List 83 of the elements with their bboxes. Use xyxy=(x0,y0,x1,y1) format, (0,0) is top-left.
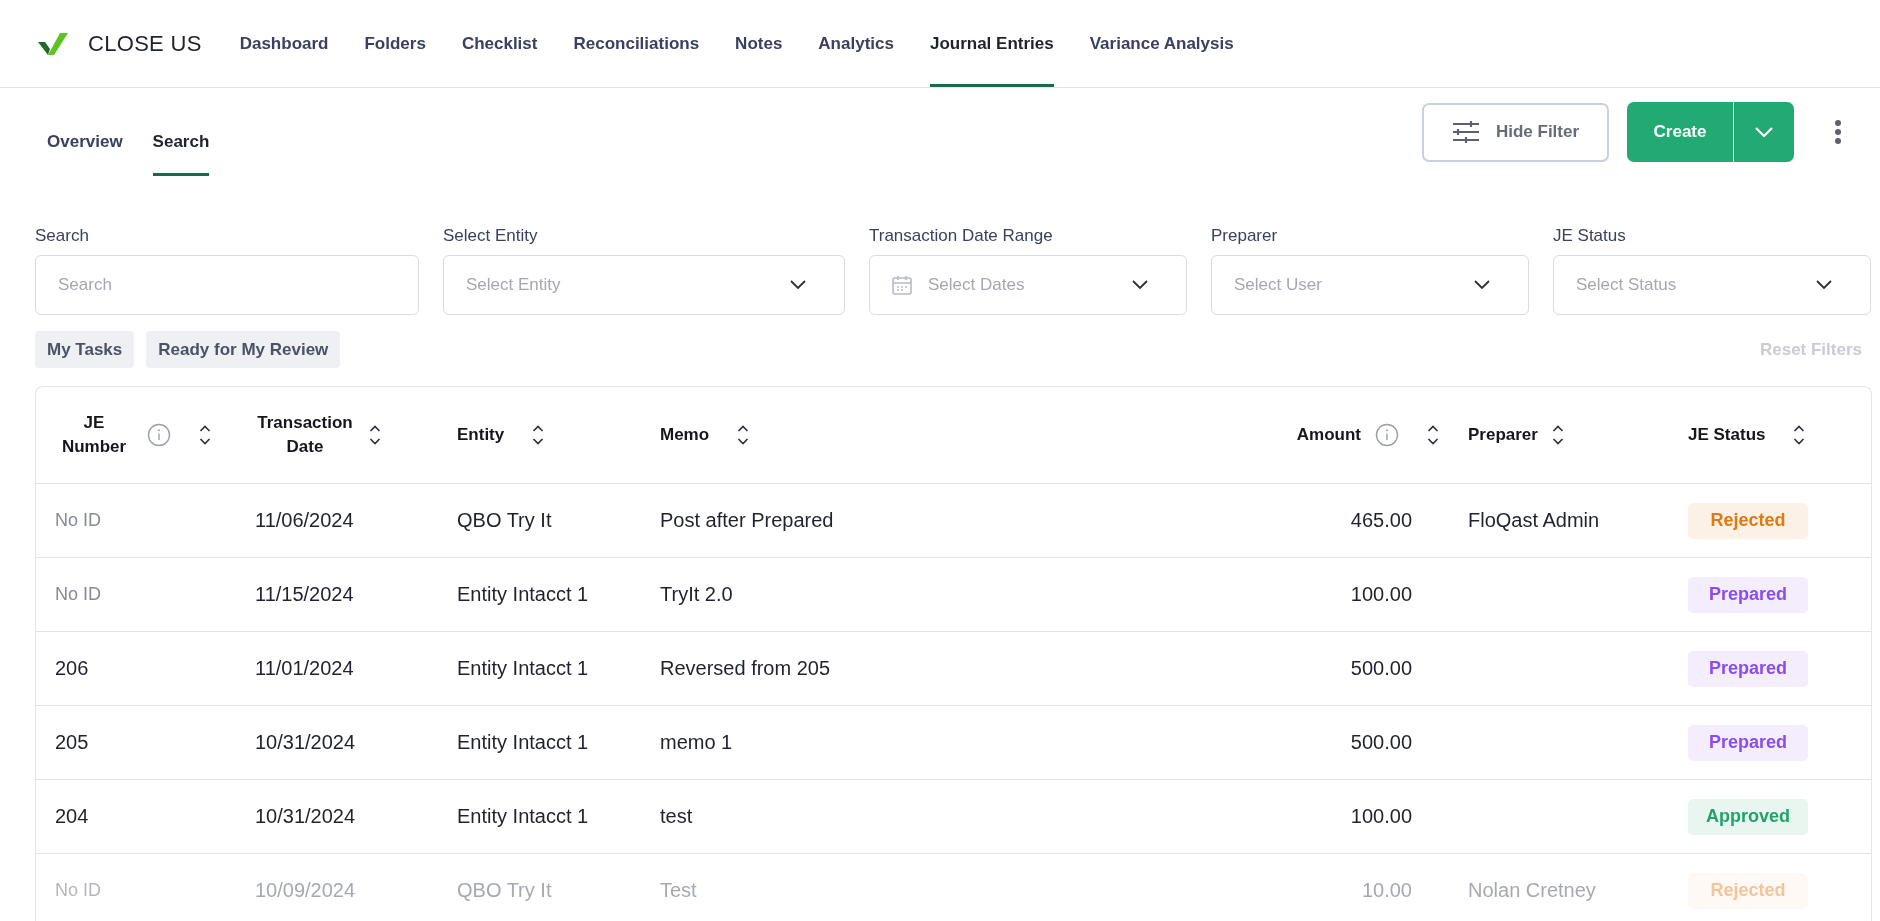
amount-cell: 10.00 xyxy=(1361,879,1412,902)
filter-label: JE Status xyxy=(1553,226,1627,246)
nav-tab[interactable]: Analytics xyxy=(818,0,894,87)
status-badge: Prepared xyxy=(1688,576,1808,613)
memo-cell: Reversed from 205 xyxy=(660,657,831,680)
status-badge: Rejected xyxy=(1688,502,1808,539)
amount-cell: 500.00 xyxy=(1350,657,1412,680)
filter-label: Preparer xyxy=(1211,226,1279,246)
info-icon xyxy=(147,423,171,447)
amount-cell: 100.00 xyxy=(1350,805,1412,828)
status-badge: Prepared xyxy=(1688,724,1808,761)
je-number-cell: 204 xyxy=(55,805,89,828)
info-icon xyxy=(1375,423,1399,447)
app-name: CLOSE US xyxy=(88,30,202,57)
more-options-icon[interactable] xyxy=(1834,119,1842,145)
quick-filter-chip[interactable]: Ready for My Review xyxy=(146,331,341,368)
status-badge: Approved xyxy=(1688,798,1808,835)
memo-cell: memo 1 xyxy=(660,731,733,754)
entity-cell: QBO Try It xyxy=(457,509,552,532)
calendar-icon xyxy=(892,275,912,295)
memo-cell: Test xyxy=(660,879,697,902)
nav-tab[interactable]: Journal Entries xyxy=(929,0,1054,87)
sort-icon[interactable] xyxy=(737,424,750,446)
column-header: Transaction Date xyxy=(256,412,354,458)
sort-icon[interactable] xyxy=(1427,424,1439,446)
date-cell: 10/31/2024 xyxy=(255,731,356,754)
nav-tab[interactable]: Checklist xyxy=(461,0,538,87)
date-cell: 10/31/2024 xyxy=(255,805,356,828)
column-header: JE Number xyxy=(60,412,128,458)
sub-tab[interactable]: Overview xyxy=(47,116,123,176)
je-number-cell: 206 xyxy=(55,657,89,680)
entity-cell: Entity Intacct 1 xyxy=(457,731,589,754)
sort-icon[interactable] xyxy=(199,424,211,446)
memo-cell: TryIt 2.0 xyxy=(660,583,733,606)
memo-cell: Post after Prepared xyxy=(660,509,834,532)
column-header: JE Status xyxy=(1688,425,1766,445)
checkmark-logo-icon xyxy=(38,32,68,55)
nav-tab[interactable]: Dashboard xyxy=(239,0,329,87)
je-number-cell: No ID xyxy=(55,584,101,605)
amount-cell: 465.00 xyxy=(1350,509,1412,532)
sub-tab[interactable]: Search xyxy=(152,116,210,176)
memo-cell: test xyxy=(660,805,693,828)
sliders-icon xyxy=(1451,120,1480,144)
sort-icon[interactable] xyxy=(532,424,545,446)
search-field[interactable]: Search xyxy=(35,255,419,315)
preparer-cell: FloQast Admin xyxy=(1468,509,1600,532)
hide-filter-button[interactable]: Hide Filter xyxy=(1422,102,1609,162)
entity-cell: QBO Try It xyxy=(457,879,552,902)
chevron-down-icon xyxy=(790,280,806,290)
entity-cell: Entity Intacct 1 xyxy=(457,805,589,828)
nav-tab[interactable]: Notes xyxy=(735,0,783,87)
status-badge: Rejected xyxy=(1688,872,1808,909)
chevron-down-icon xyxy=(1132,280,1148,290)
sort-icon[interactable] xyxy=(1551,424,1564,446)
date-cell: 11/15/2024 xyxy=(255,583,354,606)
column-header: Amount xyxy=(1296,425,1361,445)
sort-icon[interactable] xyxy=(1793,424,1806,446)
je-number-cell: No ID xyxy=(55,880,101,901)
nav-tab[interactable]: Reconciliations xyxy=(573,0,700,87)
sort-icon[interactable] xyxy=(369,424,381,446)
je-number-cell: No ID xyxy=(55,510,101,531)
preparer-cell: Nolan Cretney xyxy=(1468,879,1596,902)
filter-label: Select Entity xyxy=(443,226,539,246)
date-cell: 11/06/2024 xyxy=(255,509,354,532)
chevron-down-icon xyxy=(1754,126,1774,138)
entity-cell: Entity Intacct 1 xyxy=(457,657,589,680)
filter-label: Transaction Date Range xyxy=(869,226,1054,246)
chevron-down-icon xyxy=(1474,280,1490,290)
column-header: Preparer xyxy=(1468,425,1538,445)
status-badge: Prepared xyxy=(1688,650,1808,687)
chevron-down-icon xyxy=(1816,280,1832,290)
amount-cell: 100.00 xyxy=(1350,583,1412,606)
column-header: Memo xyxy=(660,425,710,445)
nav-tab[interactable]: Folders xyxy=(364,0,426,87)
quick-filter-chip[interactable]: My Tasks xyxy=(35,331,135,368)
je-number-cell: 205 xyxy=(55,731,89,754)
amount-cell: 500.00 xyxy=(1350,731,1412,754)
filter-label: Search xyxy=(35,226,90,246)
date-cell: 10/09/2024 xyxy=(255,879,356,902)
column-header: Entity xyxy=(457,425,505,445)
entity-cell: Entity Intacct 1 xyxy=(457,583,589,606)
date-cell: 11/01/2024 xyxy=(255,657,354,680)
nav-tab[interactable]: Variance Analysis xyxy=(1089,0,1234,87)
